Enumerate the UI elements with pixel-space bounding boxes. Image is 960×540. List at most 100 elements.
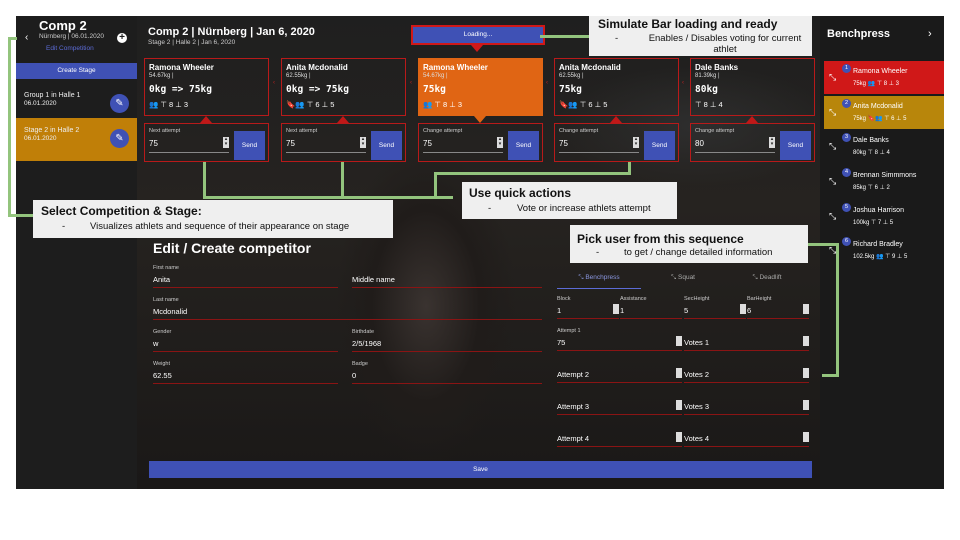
spinner-icon[interactable]: ▴ ▾: [497, 137, 503, 148]
attempt-box: Change attempt 80 ▴ ▾ Send: [690, 123, 815, 162]
spinner-icon[interactable]: ▴ ▾: [223, 137, 229, 148]
send-button[interactable]: Send: [371, 131, 402, 160]
votes-2-field[interactable]: Votes 2: [684, 360, 809, 383]
stage-item-selected[interactable]: Stage 2 in Halle 2 06.01.2020 ✎: [16, 118, 137, 161]
annotation-line: [8, 37, 17, 40]
field-value[interactable]: 62.55: [153, 371, 338, 380]
field-label: Assistance: [620, 296, 647, 302]
chevron-left-icon[interactable]: ‹: [273, 80, 275, 86]
card-pointer: [337, 116, 349, 123]
field-label: BarHeight: [747, 296, 772, 302]
spinner-icon[interactable]: [613, 304, 619, 314]
attempt-input[interactable]: 75: [423, 139, 432, 148]
edit-competition-link[interactable]: Edit Competition: [46, 45, 94, 52]
chevron-left-icon[interactable]: ‹: [682, 80, 684, 86]
spinner-icon[interactable]: [676, 368, 682, 378]
annotation-quick-actions: Use quick actions - Vote or increase athl…: [462, 182, 677, 219]
spinner-icon[interactable]: ▴ ▾: [769, 137, 775, 148]
athlete-card[interactable]: Anita Mcdonalid 62.55kg | 75kg 🔖👥 ⊤ 6 ⊥ …: [554, 58, 679, 116]
competition-title: Comp 2: [39, 18, 87, 33]
spinner-icon[interactable]: [803, 304, 809, 314]
chevron-left-icon[interactable]: ‹: [410, 80, 412, 86]
field-value[interactable]: 2/5/1968: [352, 339, 542, 348]
spinner-icon[interactable]: [803, 432, 809, 442]
barheight-field[interactable]: BarHeight 6: [747, 296, 809, 319]
athlete-card[interactable]: Ramona Wheeler 54.67kg | 0kg => 75kg 👥 ⊤…: [144, 58, 269, 116]
save-button[interactable]: Save: [149, 461, 812, 478]
tab-deadlift[interactable]: ⤡ Deadlift: [725, 274, 809, 282]
athlete-card[interactable]: Anita Mcdonalid 62.55kg | 0kg => 75kg 🔖👥…: [281, 58, 406, 116]
gender-field[interactable]: Gender w: [153, 329, 338, 352]
field-value[interactable]: 0: [352, 371, 542, 380]
field-value[interactable]: Anita: [153, 275, 338, 284]
bar-loading-button[interactable]: Loading...: [411, 25, 545, 45]
attempt-4-field[interactable]: Attempt 4: [557, 424, 682, 447]
field-value[interactable]: w: [153, 339, 338, 348]
spinner-icon[interactable]: [676, 432, 682, 442]
last-name-field[interactable]: Last name Mcdonalid: [153, 297, 542, 320]
sequence-athlete-name: Anita Mcdonalid: [853, 103, 903, 110]
assistance-field[interactable]: Assistance 1: [620, 296, 682, 319]
sequence-item[interactable]: ⤡ 3 Dale Banks 80kg ⊤ 8 ⊥ 4: [824, 130, 944, 163]
block-field[interactable]: Block 1: [557, 296, 619, 319]
field-value[interactable]: 1: [620, 306, 682, 315]
attempt-2-field[interactable]: Attempt 2: [557, 360, 682, 383]
first-name-field[interactable]: First name Anita: [153, 265, 338, 288]
spinner-icon[interactable]: ▴ ▾: [633, 137, 639, 148]
annotation-heading: Simulate Bar loading and ready: [598, 17, 778, 31]
spinner-icon[interactable]: [740, 304, 746, 314]
chevron-left-icon[interactable]: ‹: [546, 80, 548, 86]
attempt-label: Change attempt: [423, 128, 463, 134]
chevron-left-icon[interactable]: ‹: [25, 32, 28, 43]
sequence-item[interactable]: ⤡ 1 Ramona Wheeler 75kg 👥 ⊤ 8 ⊥ 3: [824, 61, 944, 94]
votes-1-field[interactable]: Votes 1: [684, 328, 809, 351]
send-button[interactable]: Send: [644, 131, 675, 160]
sequence-item[interactable]: ⤡ 5 Joshua Harrison 100kg ⊤ 7 ⊥ 5: [824, 200, 944, 233]
field-value[interactable]: Mcdonalid: [153, 307, 542, 316]
attempt-3-field[interactable]: Attempt 3: [557, 392, 682, 415]
spinner-icon[interactable]: [676, 336, 682, 346]
pencil-icon[interactable]: ✎: [110, 94, 129, 113]
attempt-1-field[interactable]: Attempt 1 75: [557, 328, 682, 351]
spinner-icon[interactable]: [803, 368, 809, 378]
create-stage-button[interactable]: Create Stage: [16, 63, 137, 79]
annotation-text: Enables / Disables voting for current at…: [648, 33, 802, 55]
secheight-field[interactable]: SecHeight 5: [684, 296, 746, 319]
annotation-line: [836, 243, 839, 376]
spinner-icon[interactable]: [803, 400, 809, 410]
send-button[interactable]: Send: [780, 131, 811, 160]
spinner-icon[interactable]: [803, 336, 809, 346]
athlete-card[interactable]: Dale Banks 81.39kg | 80kg ⊤ 8 ⊥ 4: [690, 58, 815, 116]
attempt-input[interactable]: 75: [559, 139, 568, 148]
votes-4-field[interactable]: Votes 4: [684, 424, 809, 447]
spinner-icon[interactable]: ▴ ▾: [360, 137, 366, 148]
field-value[interactable]: 75: [557, 338, 682, 347]
middle-name-field[interactable]: Middle name: [352, 265, 542, 288]
tab-squat[interactable]: ⤡ Squat: [641, 274, 725, 282]
weight-field[interactable]: Weight 62.55: [153, 361, 338, 384]
attempt-input[interactable]: 75: [286, 139, 295, 148]
attempt-input[interactable]: 80: [695, 139, 704, 148]
sequence-item[interactable]: ⤡ 4 Brennan Simmmons 85kg ⊤ 6 ⊥ 2: [824, 165, 944, 198]
field-value[interactable]: 5: [684, 306, 746, 315]
field-label: Gender: [153, 329, 172, 335]
field-label: Votes 4: [684, 434, 710, 443]
athlete-card-active[interactable]: Ramona Wheeler 54.67kg | 75kg 👥 ⊤ 8 ⊥ 3: [418, 58, 543, 116]
pencil-icon[interactable]: ✎: [110, 129, 129, 148]
field-value[interactable]: 6: [747, 306, 809, 315]
chevron-right-icon[interactable]: ›: [928, 28, 932, 40]
birthdate-field[interactable]: Birthdate 2/5/1968: [352, 329, 542, 352]
tab-benchpress[interactable]: ⤡ Benchpress: [557, 274, 641, 289]
send-button[interactable]: Send: [508, 131, 539, 160]
sequence-item[interactable]: ⤡ 2 Anita Mcdonalid 75kg 🔖👥 ⊤ 6 ⊥ 5: [824, 96, 944, 129]
sequence-item[interactable]: ⤡ 6 Richard Bradley 102.5kg 👥 ⊤ 9 ⊥ 5: [824, 234, 944, 267]
send-button[interactable]: Send: [234, 131, 265, 160]
annotation-heading: Select Competition & Stage:: [41, 204, 202, 218]
spinner-icon[interactable]: [676, 400, 682, 410]
votes-3-field[interactable]: Votes 3: [684, 392, 809, 415]
plus-circle-icon[interactable]: +: [117, 33, 127, 43]
attempt-input[interactable]: 75: [149, 139, 158, 148]
field-value[interactable]: 1: [557, 306, 619, 315]
sequence-number-badge: 6: [842, 237, 851, 246]
badge-field[interactable]: Badge 0: [352, 361, 542, 384]
